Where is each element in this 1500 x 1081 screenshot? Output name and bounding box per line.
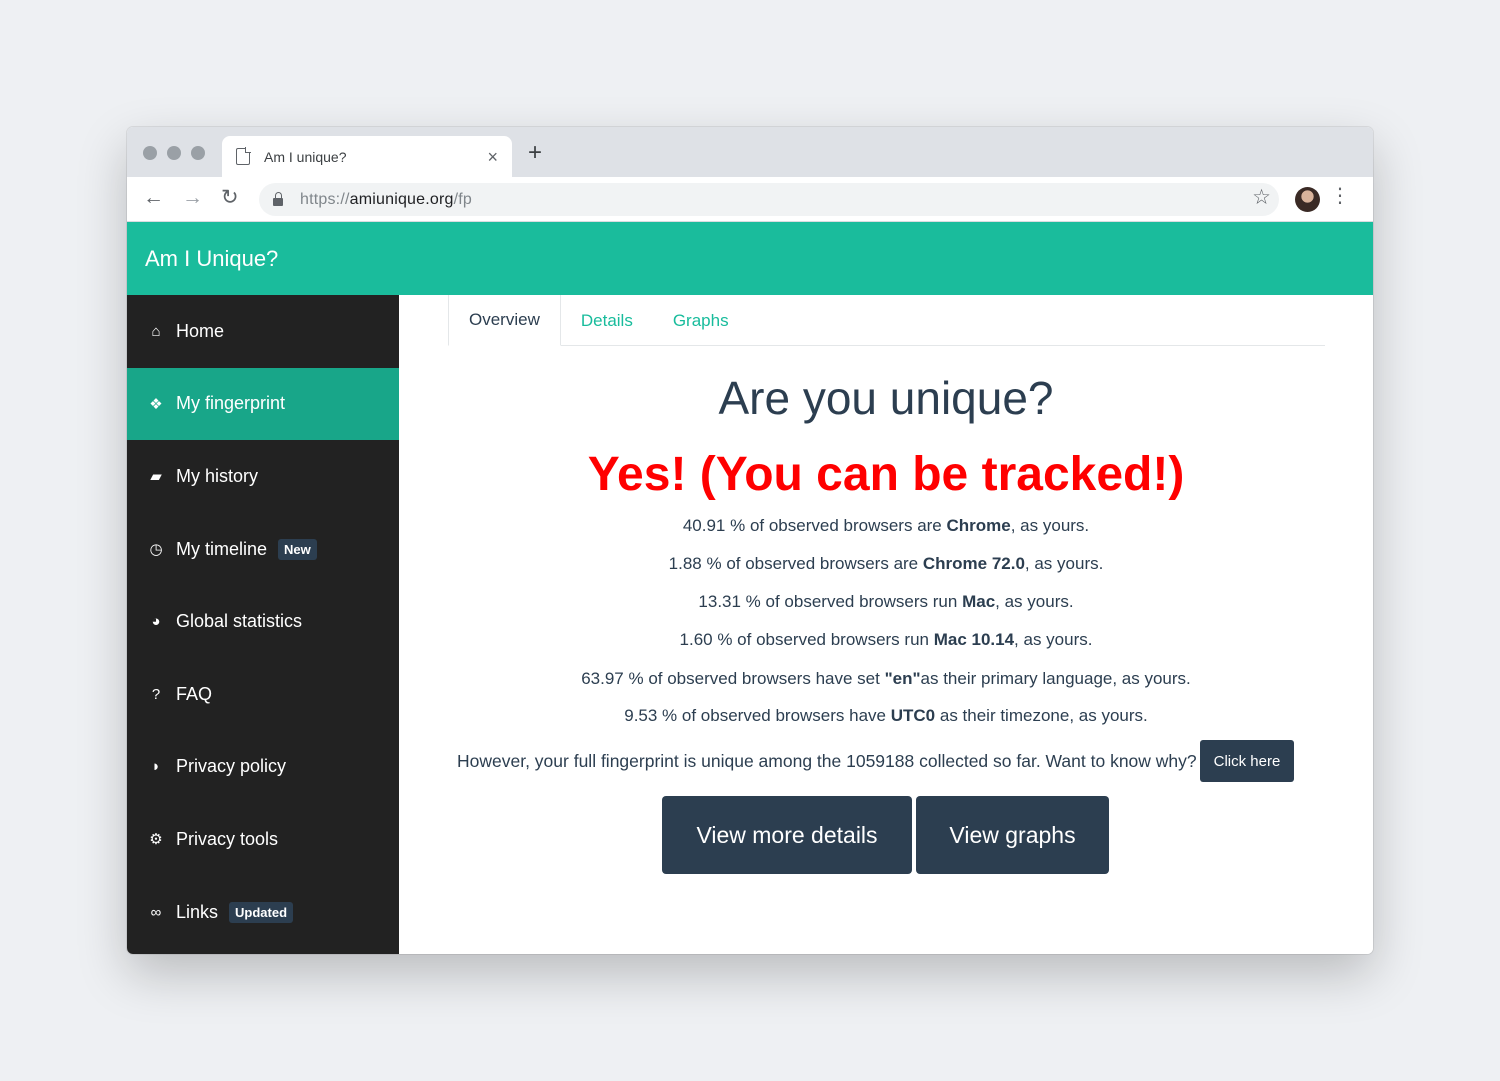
- stat-line: 40.91 % of observed browsers are Chrome,…: [682, 516, 1090, 535]
- sidebar-item-my-timeline[interactable]: ◷ My timeline New: [127, 513, 399, 586]
- sidebar-item-faq[interactable]: ? FAQ: [127, 658, 399, 731]
- main-content: Overview Details Graphs Are you unique? …: [399, 295, 1373, 954]
- reload-icon[interactable]: ↻: [221, 187, 239, 208]
- sidebar-item-privacy-policy[interactable]: ◗ Privacy policy: [127, 731, 399, 804]
- tab-strip: Am I unique? × +: [127, 127, 1373, 177]
- question-icon: ?: [151, 685, 161, 703]
- content-tabs: Overview Details Graphs: [448, 295, 1325, 346]
- url-text: https://amiunique.org/fp: [300, 190, 473, 208]
- tab-details[interactable]: Details: [561, 295, 653, 346]
- tab-graphs[interactable]: Graphs: [653, 295, 749, 346]
- stat-line: 1.60 % of observed browsers run Mac 10.1…: [679, 630, 1093, 649]
- forward-arrow-icon[interactable]: →: [182, 187, 203, 208]
- page-icon: [236, 147, 251, 165]
- sidebar: ⌂ Home ❖ My fingerprint ▰ My history ◷ M…: [127, 295, 399, 954]
- sidebar-item-home[interactable]: ⌂ Home: [127, 295, 399, 368]
- app-header: Am I Unique?: [127, 222, 1373, 295]
- browser-toolbar: ← → ↻ https://amiunique.org/fp ☆ ⋮: [127, 177, 1373, 222]
- sidebar-item-label: FAQ: [176, 683, 213, 704]
- window-zoom-dot[interactable]: [191, 146, 205, 160]
- stat-line: 9.53 % of observed browsers have UTC0 as…: [624, 706, 1148, 725]
- view-graphs-button[interactable]: View graphs: [916, 796, 1109, 874]
- summary-row: However, your full fingerprint is unique…: [457, 739, 1317, 783]
- book-icon: ▰: [150, 468, 162, 486]
- sidebar-item-label: My timeline: [176, 538, 268, 559]
- sidebar-item-privacy-tools[interactable]: ⚙ Privacy tools: [127, 803, 399, 876]
- address-bar[interactable]: https://amiunique.org/fp: [259, 183, 1279, 216]
- pie-chart-icon: ◕: [151, 613, 161, 631]
- window-close-dot[interactable]: [143, 146, 157, 160]
- page-title: Are you unique?: [718, 372, 1054, 424]
- sidebar-item-my-fingerprint[interactable]: ❖ My fingerprint: [127, 367, 399, 441]
- sidebar-item-global-statistics[interactable]: ◕ Global statistics: [127, 585, 399, 658]
- stat-line: 63.97 % of observed browsers have set "e…: [581, 669, 1191, 688]
- sidebar-item-label: My history: [176, 465, 259, 486]
- bookmark-star-icon[interactable]: ☆: [1252, 187, 1271, 208]
- window-minimize-dot[interactable]: [167, 146, 181, 160]
- tracking-verdict: Yes! (You can be tracked!): [587, 448, 1185, 501]
- close-icon[interactable]: ×: [487, 148, 498, 166]
- sidebar-item-links[interactable]: ∞ Links Updated: [127, 876, 399, 949]
- brand-link[interactable]: Am I Unique?: [145, 246, 278, 272]
- paw-icon: ❖: [149, 395, 163, 413]
- tab-title: Am I unique?: [264, 148, 347, 165]
- link-icon: ∞: [150, 903, 162, 921]
- browser-window: Am I unique? × + ← → ↻ https://amiunique…: [127, 127, 1373, 954]
- lock-icon: [273, 192, 283, 206]
- gears-icon: ⚙: [149, 831, 163, 849]
- home-icon: ⌂: [151, 322, 161, 340]
- click-here-button[interactable]: Click here: [1199, 740, 1295, 782]
- shield-icon: ◗: [151, 758, 161, 776]
- profile-avatar[interactable]: [1295, 187, 1320, 212]
- clock-icon: ◷: [149, 541, 163, 559]
- browser-tab[interactable]: Am I unique? ×: [222, 136, 512, 177]
- view-more-details-button[interactable]: View more details: [662, 796, 912, 874]
- browser-menu-icon[interactable]: ⋮: [1330, 186, 1350, 206]
- sidebar-item-label: Home: [176, 320, 225, 341]
- tab-overview[interactable]: Overview: [448, 295, 561, 346]
- sidebar-item-label: Privacy policy: [176, 756, 287, 777]
- new-badge: New: [278, 538, 317, 560]
- sidebar-item-label: Privacy tools: [176, 828, 279, 849]
- stat-line: 1.88 % of observed browsers are Chrome 7…: [668, 554, 1104, 573]
- new-tab-icon[interactable]: +: [528, 141, 542, 165]
- sidebar-item-label: Links: [176, 901, 219, 922]
- sidebar-item-label: My fingerprint: [176, 393, 286, 414]
- updated-badge: Updated: [229, 901, 294, 923]
- sidebar-item-my-history[interactable]: ▰ My history: [127, 440, 399, 513]
- sidebar-item-label: Global statistics: [176, 611, 303, 632]
- back-arrow-icon[interactable]: ←: [143, 187, 164, 208]
- summary-text: However, your full fingerprint is unique…: [457, 750, 1197, 771]
- stat-line: 13.31 % of observed browsers run Mac, as…: [698, 592, 1074, 611]
